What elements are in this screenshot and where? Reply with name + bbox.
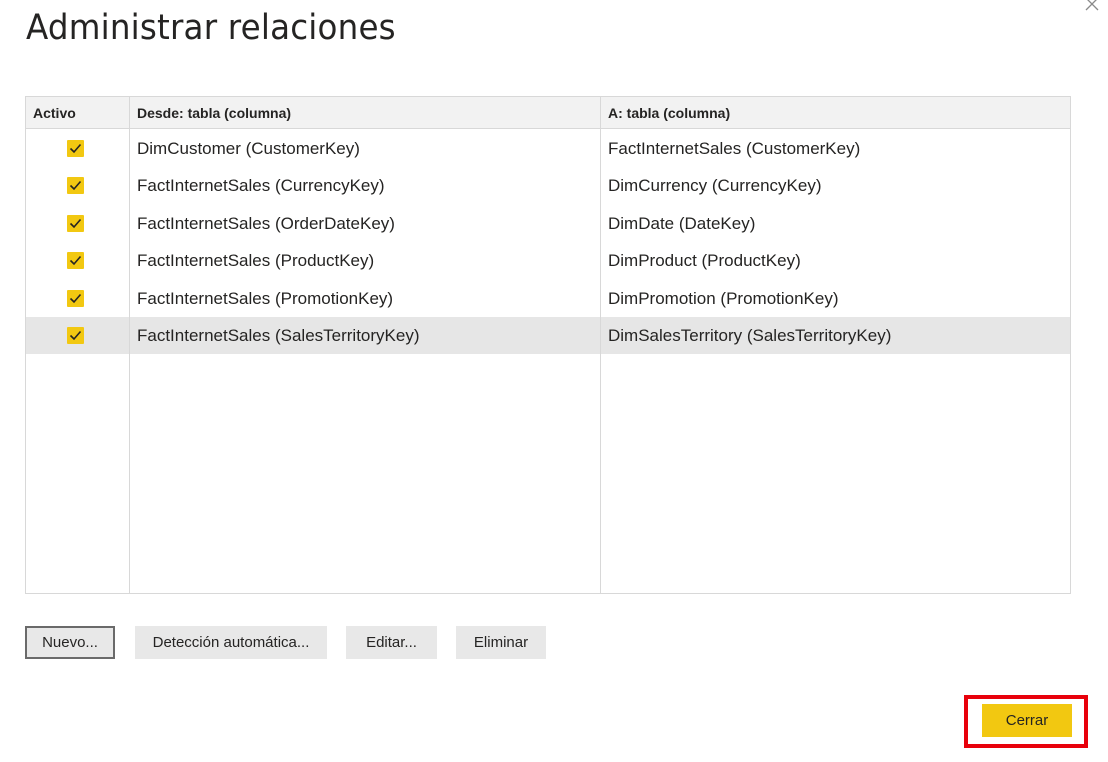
table-row[interactable]: FactInternetSales (OrderDateKey) DimDate… bbox=[26, 205, 1070, 242]
from-cell: FactInternetSales (OrderDateKey) bbox=[137, 214, 395, 233]
edit-button[interactable]: Editar... bbox=[346, 626, 437, 659]
table-header: Activo Desde: tabla (columna) A: tabla (… bbox=[26, 97, 1070, 129]
to-cell: DimPromotion (PromotionKey) bbox=[608, 289, 839, 308]
from-cell: FactInternetSales (SalesTerritoryKey) bbox=[137, 326, 420, 345]
autodetect-button[interactable]: Detección automática... bbox=[135, 626, 327, 659]
table-row[interactable]: FactInternetSales (CurrencyKey) DimCurre… bbox=[26, 167, 1070, 204]
table-row[interactable]: DimCustomer (CustomerKey) FactInternetSa… bbox=[26, 130, 1070, 167]
column-header-from[interactable]: Desde: tabla (columna) bbox=[137, 97, 291, 129]
delete-button[interactable]: Eliminar bbox=[456, 626, 546, 659]
to-cell: DimCurrency (CurrencyKey) bbox=[608, 176, 822, 195]
table-row[interactable]: FactInternetSales (ProductKey) DimProduc… bbox=[26, 242, 1070, 279]
to-cell: DimSalesTerritory (SalesTerritoryKey) bbox=[608, 326, 892, 345]
column-header-to[interactable]: A: tabla (columna) bbox=[608, 97, 730, 129]
to-cell: DimProduct (ProductKey) bbox=[608, 251, 801, 270]
active-checkbox[interactable] bbox=[67, 252, 84, 269]
relationships-table: Activo Desde: tabla (columna) A: tabla (… bbox=[25, 96, 1071, 594]
active-checkbox[interactable] bbox=[67, 177, 84, 194]
from-cell: FactInternetSales (CurrencyKey) bbox=[137, 176, 385, 195]
column-divider bbox=[600, 97, 601, 593]
active-checkbox[interactable] bbox=[67, 140, 84, 157]
active-checkbox[interactable] bbox=[67, 290, 84, 307]
new-button[interactable]: Nuevo... bbox=[25, 626, 115, 659]
close-icon[interactable] bbox=[1082, 0, 1102, 14]
active-checkbox[interactable] bbox=[67, 215, 84, 232]
active-checkbox[interactable] bbox=[67, 327, 84, 344]
to-cell: DimDate (DateKey) bbox=[608, 214, 756, 233]
close-button[interactable]: Cerrar bbox=[982, 704, 1072, 737]
table-row[interactable]: FactInternetSales (PromotionKey) DimProm… bbox=[26, 280, 1070, 317]
from-cell: FactInternetSales (PromotionKey) bbox=[137, 289, 394, 308]
from-cell: DimCustomer (CustomerKey) bbox=[137, 139, 360, 158]
to-cell: FactInternetSales (CustomerKey) bbox=[608, 139, 861, 158]
dialog-title: Administrar relaciones bbox=[26, 8, 396, 48]
table-row-selected[interactable]: FactInternetSales (SalesTerritoryKey) Di… bbox=[26, 317, 1070, 354]
column-divider bbox=[129, 97, 130, 593]
from-cell: FactInternetSales (ProductKey) bbox=[137, 251, 375, 270]
column-header-active[interactable]: Activo bbox=[33, 97, 76, 129]
